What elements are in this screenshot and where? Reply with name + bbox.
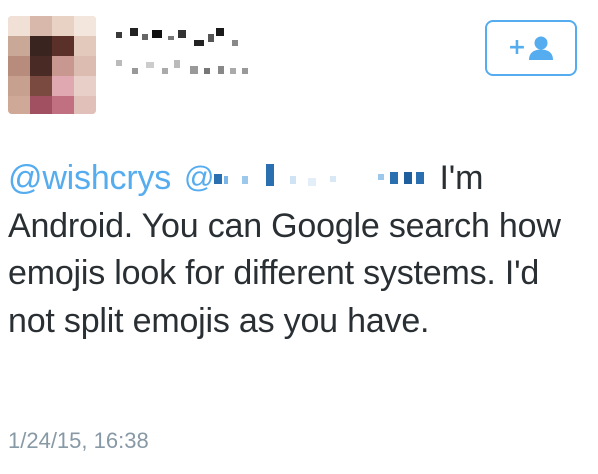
follow-button[interactable]: + [485,20,577,76]
plus-icon: + [507,35,527,60]
redacted-mentions: @ [180,158,430,194]
svg-text:@: @ [184,161,214,194]
redacted-username-pixels [116,28,248,74]
user-name-redacted[interactable] [116,22,256,82]
timestamp[interactable]: 1/24/15, 16:38 [8,428,149,454]
avatar[interactable] [8,16,96,114]
tweet-text: @wishcrys @ I'm Android. You can Google … [8,155,588,345]
tweet-card: + @wishcrys @ I'm Android. You can Googl… [0,0,598,474]
add-user-icon [529,36,554,60]
redacted-mentions-pixels: @ [184,161,425,194]
pixelated-avatar-image [8,16,96,114]
mention-link[interactable]: @wishcrys [8,159,171,197]
